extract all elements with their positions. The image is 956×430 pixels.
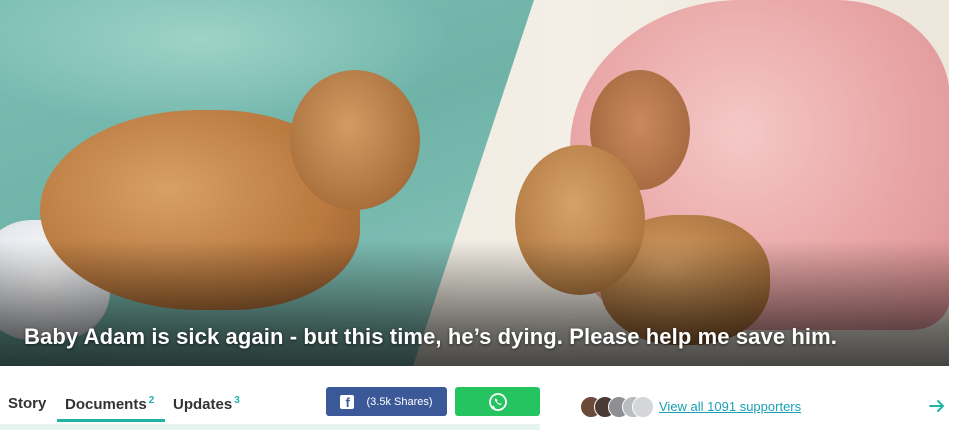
supporter-avatars[interactable]	[580, 396, 655, 418]
campaign-title: Baby Adam is sick again - but this time,…	[24, 324, 837, 349]
facebook-share-button[interactable]: f (3.5k Shares)	[326, 387, 447, 416]
tab-story[interactable]: Story	[8, 395, 46, 412]
avatar	[632, 396, 654, 418]
arrow-right-icon[interactable]	[928, 397, 946, 415]
view-all-supporters-link[interactable]: View all 1091 supporters	[659, 399, 801, 414]
whatsapp-icon	[488, 392, 507, 411]
tab-updates-count: 3	[234, 395, 240, 406]
campaign-hero-image: Baby Adam is sick again - but this time,…	[0, 0, 949, 366]
tab-updates[interactable]: Updates 3	[173, 395, 240, 413]
tab-story-label: Story	[8, 395, 47, 412]
active-tab-indicator	[57, 419, 165, 422]
tab-updates-label: Updates	[173, 396, 233, 413]
tab-documents[interactable]: Documents 2	[65, 395, 154, 413]
whatsapp-share-button[interactable]	[455, 387, 540, 416]
baby-head-shape	[290, 70, 420, 210]
tab-documents-label: Documents	[65, 396, 147, 413]
facebook-share-count: (3.5k Shares)	[366, 395, 433, 408]
facebook-icon: f	[340, 394, 355, 409]
content-top-strip	[0, 424, 540, 430]
tab-documents-count: 2	[148, 395, 155, 406]
